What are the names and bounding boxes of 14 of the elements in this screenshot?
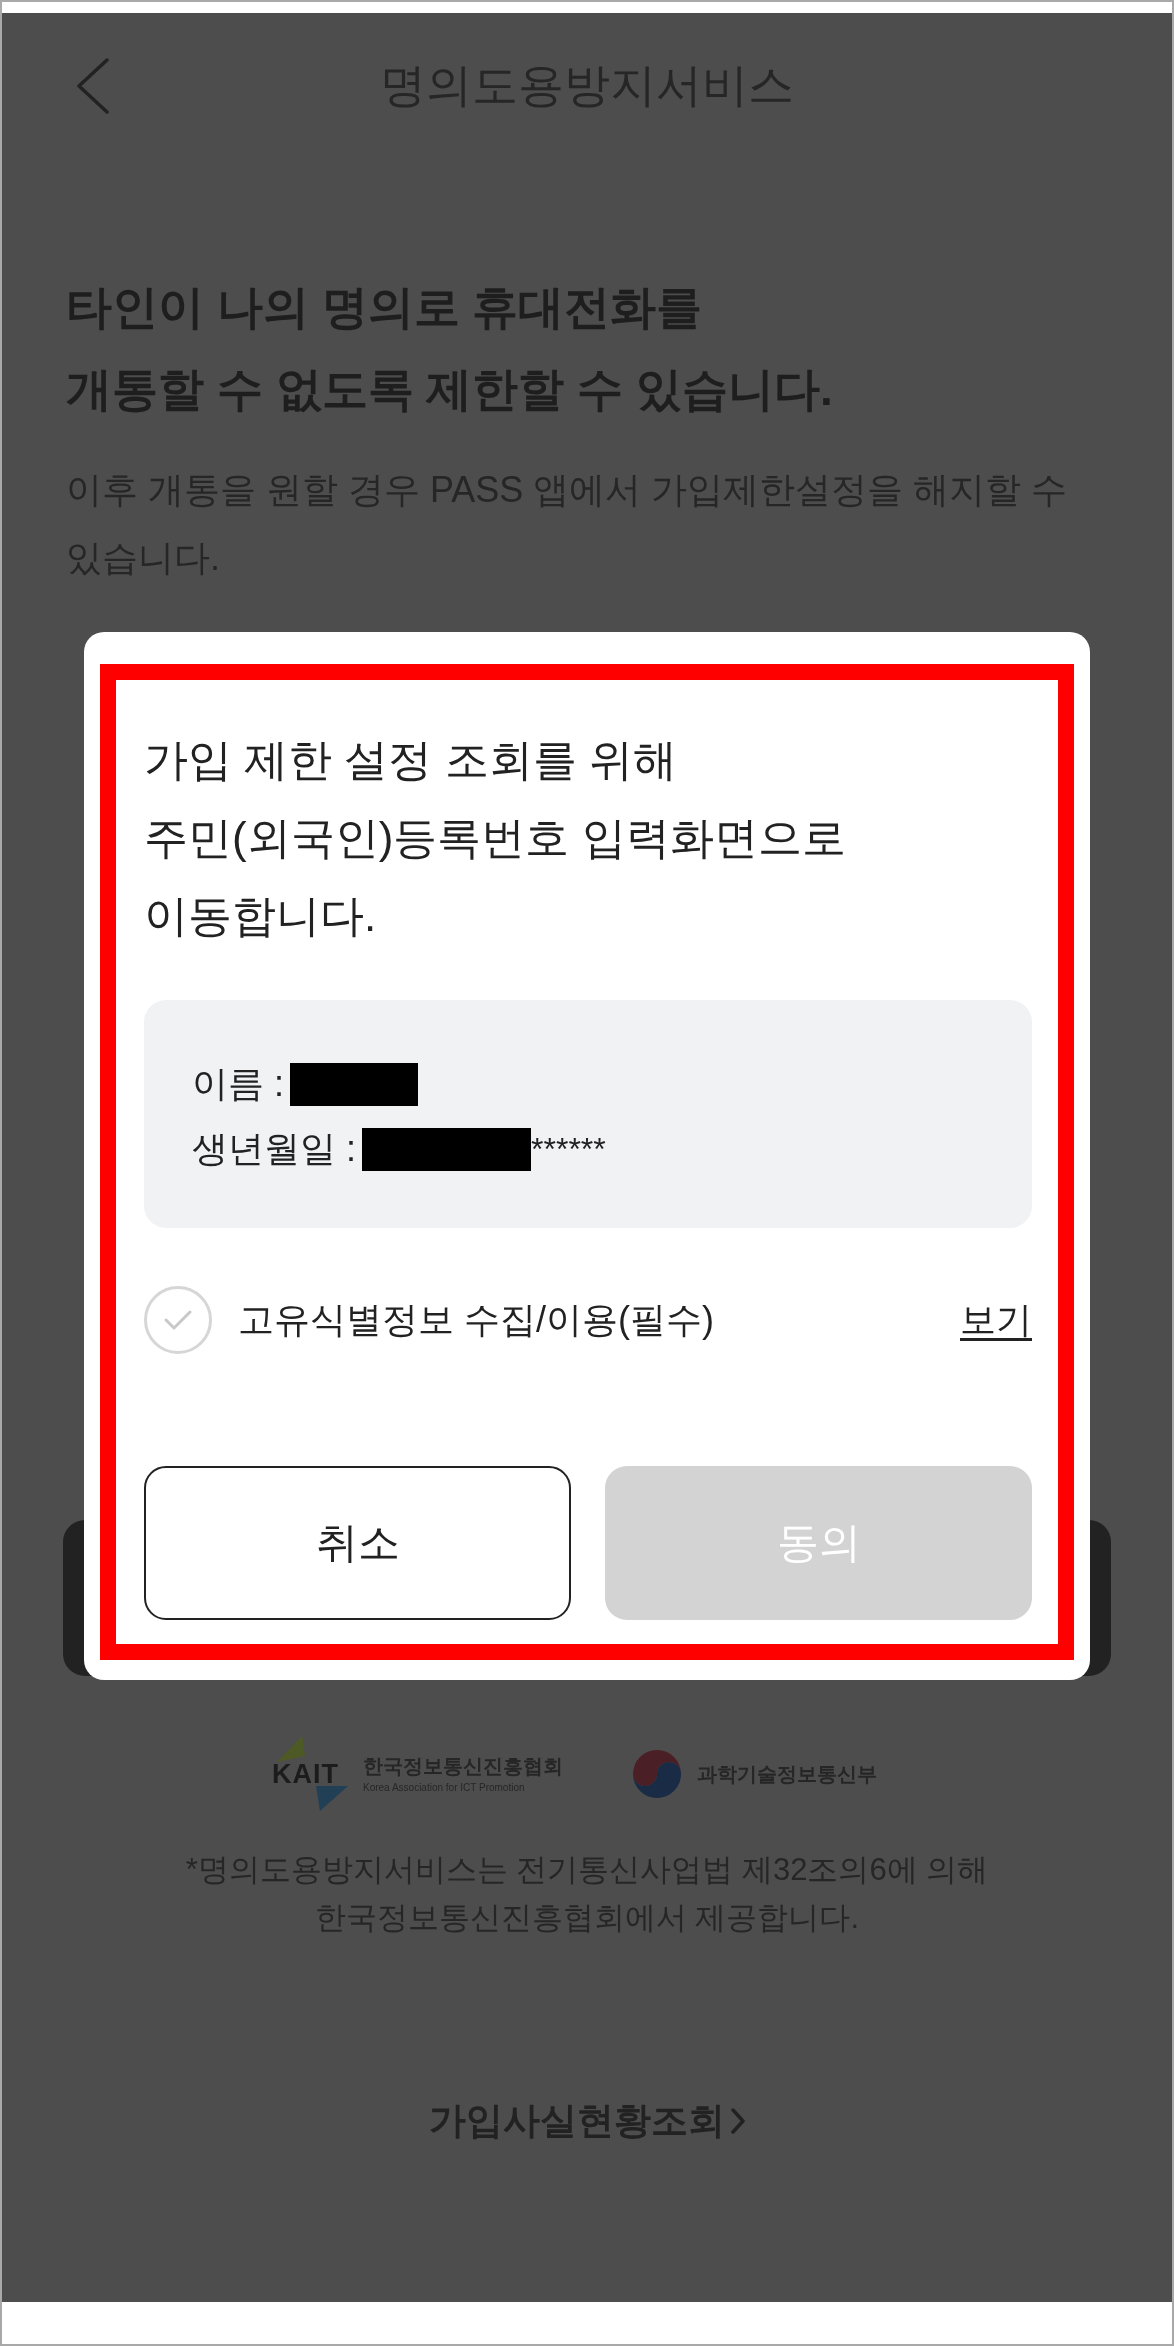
chevron-left-icon	[76, 58, 110, 114]
emblem-icon	[632, 1748, 682, 1799]
consent-label: 고유식별정보 수집/이용(필수)	[238, 1297, 714, 1342]
masked-digits: ******	[531, 1130, 606, 1169]
view-link[interactable]: 보기	[960, 1295, 1032, 1345]
back-button[interactable]	[75, 57, 111, 115]
triangle-icon	[316, 1786, 348, 1811]
info-label: 생년월일 :	[192, 1127, 356, 1171]
dialog-message: 가입 제한 설정 조회를 위해 주민(외국인)등록번호 입력화면으로 이동합니다.	[144, 734, 847, 942]
cancel-button[interactable]: 취소	[144, 1466, 571, 1620]
triangle-icon	[277, 1736, 305, 1762]
chevron-right-icon	[731, 2108, 745, 2134]
checkmark-icon	[163, 1309, 193, 1331]
info-label: 이름 :	[192, 1062, 284, 1106]
